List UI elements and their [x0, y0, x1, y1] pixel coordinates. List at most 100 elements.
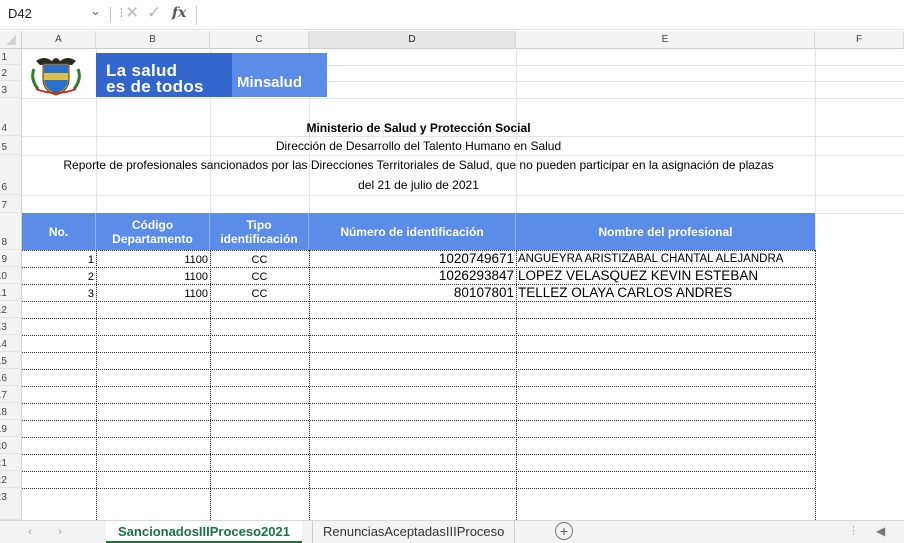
cell-dept[interactable]: 1100	[96, 269, 210, 285]
formula-bar: D42 ⌄ ⋮ × ✓ fx	[0, 0, 904, 30]
cell-no[interactable]: 1	[22, 252, 96, 268]
column-header-a[interactable]: A	[22, 31, 96, 49]
gridline	[22, 98, 904, 99]
row-header[interactable]: :0	[0, 437, 22, 454]
row-header[interactable]: :3	[0, 488, 22, 520]
row-number: .3	[0, 322, 7, 333]
table-border	[22, 403, 815, 404]
cell-no[interactable]: 3	[22, 286, 96, 302]
row-number: 4	[1, 123, 7, 134]
cell-numero[interactable]: 1026293847	[309, 268, 516, 284]
row-header[interactable]: 6	[0, 155, 22, 195]
sheet-tab-sancionados[interactable]: SancionadosIIIProceso2021	[106, 521, 302, 543]
table-border	[210, 250, 211, 520]
row-header[interactable]: 5	[0, 136, 22, 155]
table-border	[516, 250, 517, 520]
row-header[interactable]: .3	[0, 318, 22, 335]
row-number: 9	[1, 254, 7, 265]
row-number: 6	[1, 182, 7, 193]
row-number: .7	[0, 390, 7, 401]
row-number: .8	[0, 407, 7, 418]
row-header[interactable]: .2	[0, 301, 22, 318]
row-header[interactable]: 3	[0, 81, 22, 98]
header-no[interactable]: No.	[22, 213, 96, 250]
column-header-d[interactable]: D	[309, 31, 516, 49]
row-header[interactable]: 8	[0, 213, 22, 250]
row-number: .9	[0, 424, 7, 435]
table-border	[815, 250, 816, 520]
row-header[interactable]: 4	[0, 98, 22, 136]
row-header[interactable]: :2	[0, 471, 22, 488]
cell-nombre[interactable]: TELLEZ OLAYA CARLOS ANDRES	[516, 285, 815, 301]
row-number: :0	[0, 441, 7, 452]
cancel-icon[interactable]: ×	[126, 1, 138, 25]
check-icon[interactable]: ✓	[147, 3, 161, 23]
row-number: .0	[0, 271, 7, 282]
sheet-tab-renuncias[interactable]: RenunciasAceptadasIIIProceso	[312, 521, 516, 543]
report-date: del 21 de julio de 2021	[358, 178, 479, 192]
cell-dept[interactable]: 1100	[96, 252, 210, 268]
row-header[interactable]: .7	[0, 386, 22, 403]
chevron-left-icon[interactable]: ‹	[28, 524, 32, 538]
select-all-button[interactable]	[0, 31, 22, 49]
row-header[interactable]: .0	[0, 267, 22, 284]
row-header[interactable]: :1	[0, 454, 22, 471]
row-header[interactable]: .1	[0, 284, 22, 301]
formula-input[interactable]	[196, 5, 197, 25]
scroll-left-icon[interactable]: ◀	[876, 524, 885, 538]
row-number: .5	[0, 356, 7, 367]
table-border	[22, 420, 815, 421]
row-number: 5	[1, 142, 7, 153]
cell-nombre[interactable]: ANGUEYRA ARISTIZABAL CHANTAL ALEJANDRA	[516, 251, 815, 267]
cell-numero[interactable]: 1020749671	[309, 251, 516, 267]
row-header[interactable]: .6	[0, 369, 22, 386]
gridline	[22, 155, 904, 156]
cell-numero[interactable]: 80107801	[309, 285, 516, 301]
table-border	[22, 318, 815, 319]
cell-tipo[interactable]: CC	[210, 269, 309, 285]
row-header[interactable]: .5	[0, 352, 22, 369]
name-box[interactable]: D42	[8, 6, 32, 21]
cell-tipo[interactable]: CC	[210, 286, 309, 302]
column-header-b[interactable]: B	[96, 31, 210, 49]
cell-nombre[interactable]: LOPEZ VELASQUEZ KEVIN ESTEBAN	[516, 268, 815, 284]
column-header-c[interactable]: C	[210, 31, 309, 49]
row-number: 7	[1, 200, 7, 211]
header-codigo-departamento[interactable]: Código Departamento	[96, 213, 210, 250]
header-nombre-profesional[interactable]: Nombre del profesional	[516, 213, 815, 250]
table-border	[96, 250, 97, 520]
plus-circle-icon[interactable]: +	[555, 522, 573, 540]
row-header[interactable]: 1	[0, 49, 22, 65]
chevron-right-icon[interactable]: ›	[58, 524, 62, 538]
insert-function-button[interactable]: fx	[172, 5, 186, 21]
row-header[interactable]: .9	[0, 420, 22, 437]
table-border	[22, 250, 815, 251]
header-tipo-identificacion[interactable]: Tipo identificación	[210, 213, 309, 250]
more-icon[interactable]: ⋮	[848, 524, 859, 537]
table-border	[22, 284, 815, 285]
column-header-f[interactable]: F	[815, 31, 904, 49]
table-border	[22, 471, 815, 472]
divider	[110, 7, 111, 23]
row-header[interactable]: 2	[0, 65, 22, 81]
chevron-down-icon[interactable]: ⌄	[90, 3, 101, 19]
row-number: 3	[1, 85, 7, 96]
row-number: 8	[1, 237, 7, 248]
table-border	[22, 267, 815, 268]
row-number: 2	[1, 68, 7, 79]
row-header[interactable]: 7	[0, 195, 22, 213]
row-number: .4	[0, 339, 7, 350]
table-border	[22, 369, 815, 370]
cell-tipo[interactable]: CC	[210, 252, 309, 268]
cell-grid[interactable]: La salud es de todos Minsalud Ministerio…	[22, 49, 904, 520]
cell-no[interactable]: 2	[22, 269, 96, 285]
table-border	[22, 454, 815, 455]
row-header[interactable]: 9	[0, 250, 22, 267]
column-header-e[interactable]: E	[516, 31, 815, 49]
cell-dept[interactable]: 1100	[96, 286, 210, 302]
row-number: .2	[0, 305, 7, 316]
row-header[interactable]: .4	[0, 335, 22, 352]
header-numero-identificacion[interactable]: Número de identificación	[309, 213, 516, 250]
row-header[interactable]: .8	[0, 403, 22, 420]
header-tipo-line-1: Tipo	[246, 217, 272, 232]
